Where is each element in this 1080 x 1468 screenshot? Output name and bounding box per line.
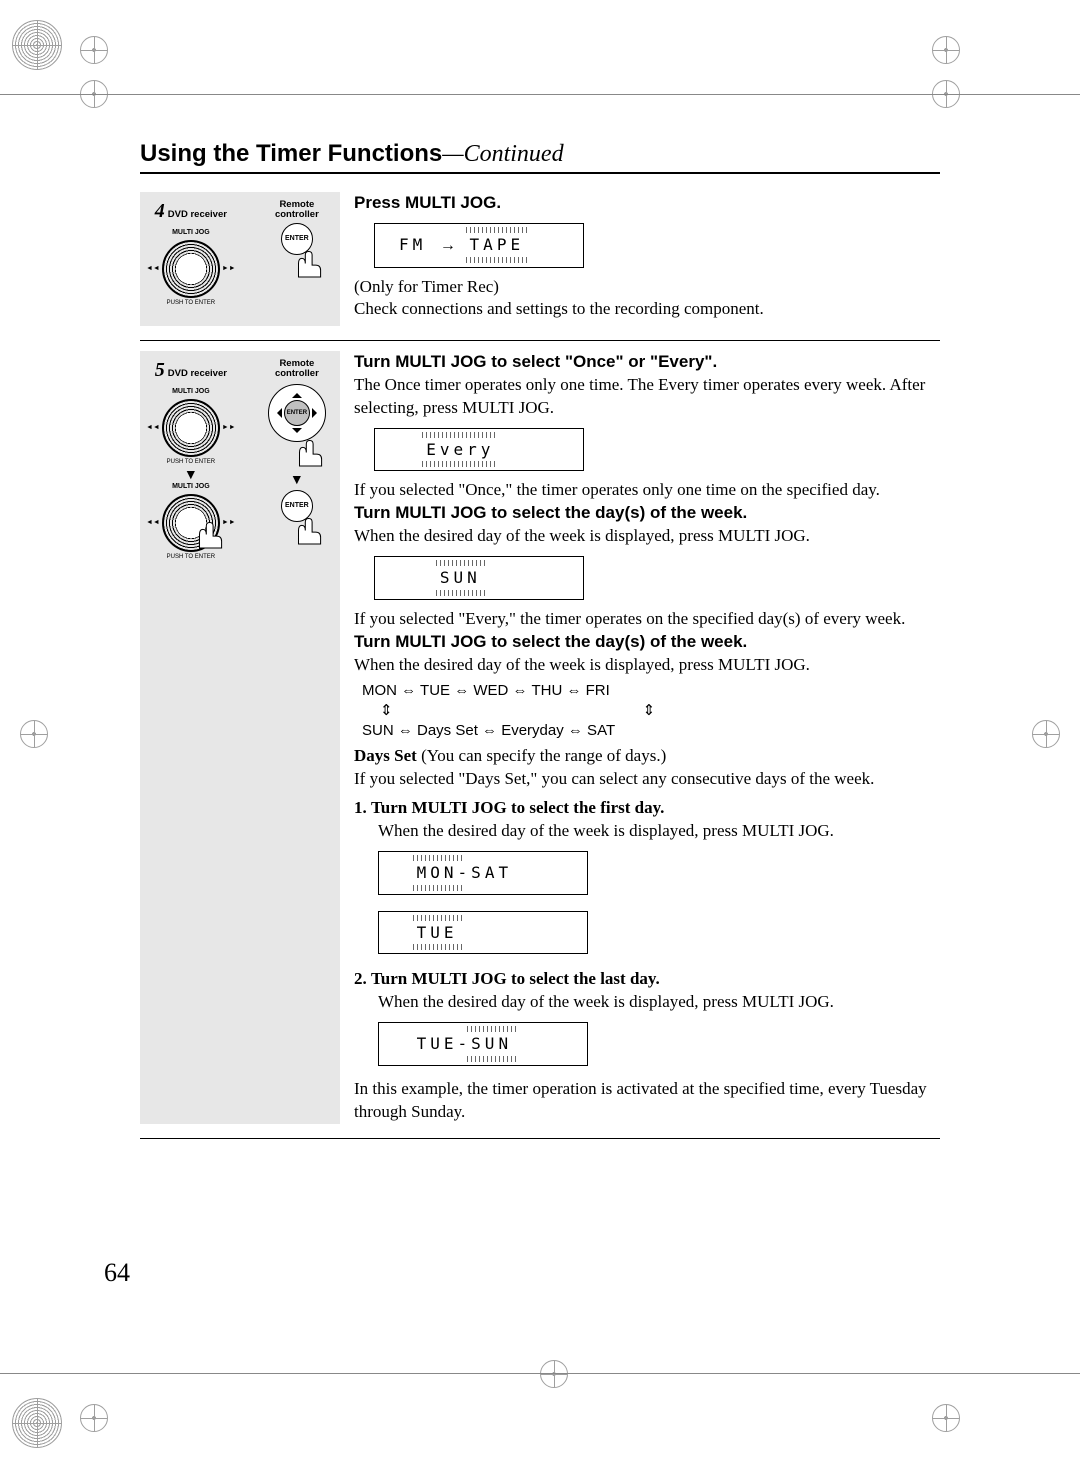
down-arrow-icon: ▼ — [290, 472, 304, 486]
cycle-updown-left: ⇕ — [380, 701, 393, 721]
step-5-heading-1: Turn MULTI JOG to select "Once" or "Ever… — [354, 351, 940, 374]
days-set-line: Days Set (You can specify the range of d… — [354, 745, 940, 768]
substep-1: 1. Turn MULTI JOG to select the first da… — [354, 797, 940, 962]
hand-pointer-icon — [291, 440, 325, 470]
crop-line — [0, 94, 1080, 95]
substep-2: 2. Turn MULTI JOG to select the last day… — [354, 968, 940, 1073]
display-tue-plain: TUE- — [417, 1034, 472, 1053]
page-number: 64 — [104, 1258, 130, 1288]
reg-mark — [932, 80, 960, 108]
reg-mark — [80, 1404, 108, 1432]
display-arrow: → — [440, 237, 456, 254]
reg-mark — [540, 1360, 568, 1388]
display-mon-sat: MON-SAT — [378, 851, 588, 895]
step-5-side: 5DVD receiver MULTI JOG ◄◄►► PUSH TO ENT… — [140, 351, 340, 1124]
reg-mark — [12, 20, 62, 70]
step-5-body: Turn MULTI JOG to select "Once" or "Ever… — [354, 351, 940, 1124]
title-continued: —Continued — [442, 141, 563, 167]
days-set-bold: Days Set — [354, 746, 417, 765]
substep-2-head: Turn MULTI JOG to select the last day. — [371, 969, 660, 988]
multi-jog-label: MULTI JOG — [172, 483, 210, 490]
display-every-text: Every — [426, 439, 494, 461]
jog-dial-icon — [162, 399, 220, 457]
down-arrow-icon: ▼ — [184, 467, 198, 481]
substep-1-num: 1. — [354, 798, 367, 817]
display-sat-plain: -SAT — [458, 863, 513, 882]
page-title: Using the Timer Functions—Continued — [140, 140, 940, 174]
dvd-receiver-label: DVD receiver — [168, 209, 227, 220]
display-mon-blink: MON — [417, 862, 458, 884]
display-tape: TAPE — [470, 234, 525, 256]
step-4-note-2: Check connections and settings to the re… — [354, 298, 940, 321]
remote-controller-label: Remote controller — [260, 200, 334, 221]
cycle-row-3: SUN ⇔ Days Set ⇔ Everyday ⇔ SAT — [362, 721, 940, 741]
remote-controller-label: Remote controller — [260, 359, 334, 380]
step-5-heading-3: Turn MULTI JOG to select the day(s) of t… — [354, 631, 940, 654]
hand-pointer-icon — [290, 251, 324, 281]
push-enter-label: PUSH TO ENTER — [167, 459, 215, 465]
jog-icons: ◄◄►► — [146, 236, 236, 300]
reg-mark — [932, 1404, 960, 1432]
display-every: Every — [374, 428, 584, 472]
step-5: 5DVD receiver MULTI JOG ◄◄►► PUSH TO ENT… — [140, 351, 940, 1139]
display-sun-text: SUN — [440, 567, 481, 589]
dvd-receiver-label: DVD receiver — [168, 368, 227, 379]
multi-jog-label: MULTI JOG — [172, 388, 210, 395]
hand-pointer-icon — [290, 518, 324, 548]
display-fm-tape: FM → TAPE — [374, 223, 584, 268]
step-5-p5: When the desired day of the week is disp… — [354, 654, 940, 677]
enter-ring-icon: ENTER — [268, 384, 326, 442]
step-5-p6: If you selected "Days Set," you can sele… — [354, 768, 940, 791]
cycle-row-1: MON ⇔ TUE ⇔ WED ⇔ THU ⇔ FRI — [362, 681, 940, 701]
substep-1-head: Turn MULTI JOG to select the first day. — [371, 798, 664, 817]
step-4: 4DVD receiver MULTI JOG ◄◄►► PUSH TO ENT… — [140, 192, 940, 341]
display-tue-text: TUE — [417, 922, 458, 944]
step-4-heading: Press MULTI JOG. — [354, 192, 940, 215]
multi-jog-label: MULTI JOG — [172, 229, 210, 236]
days-set-rest: (You can specify the range of days.) — [417, 746, 666, 765]
step-5-number: 5 — [155, 359, 165, 381]
step-4-number: 4 — [155, 200, 165, 222]
display-sun-blink: SUN — [471, 1033, 512, 1055]
step-5-heading-2: Turn MULTI JOG to select the day(s) of t… — [354, 502, 940, 525]
display-fm: FM — [399, 235, 426, 254]
step-5-p4: If you selected "Every," the timer opera… — [354, 608, 940, 631]
reg-mark — [80, 36, 108, 64]
step-4-side: 4DVD receiver MULTI JOG ◄◄►► PUSH TO ENT… — [140, 192, 340, 326]
step-5-p1: The Once timer operates only one time. T… — [354, 374, 940, 420]
substep-2-num: 2. — [354, 969, 367, 988]
step-5-p7: In this example, the timer operation is … — [354, 1078, 940, 1124]
reg-mark — [932, 36, 960, 64]
title-main: Using the Timer Functions — [140, 140, 442, 167]
jog-icons: ◄◄►► — [146, 395, 236, 459]
push-enter-label: PUSH TO ENTER — [167, 300, 215, 306]
display-tue-sun: TUE-SUN — [378, 1022, 588, 1066]
cycle-updown-right: ⇕ — [643, 701, 656, 721]
substep-2-p: When the desired day of the week is disp… — [378, 991, 940, 1014]
step-5-p3: When the desired day of the week is disp… — [354, 525, 940, 548]
display-sun: SUN — [374, 556, 584, 600]
display-tue: TUE — [378, 911, 588, 955]
step-5-p2: If you selected "Once," the timer operat… — [354, 479, 940, 502]
reg-mark — [80, 80, 108, 108]
step-4-body: Press MULTI JOG. FM → TAPE (Only for Tim… — [354, 192, 940, 326]
substep-1-p: When the desired day of the week is disp… — [378, 820, 940, 843]
hand-pointer-icon — [191, 522, 225, 552]
jog-dial-icon — [162, 240, 220, 298]
reg-mark — [20, 720, 48, 748]
step-4-note-1: (Only for Timer Rec) — [354, 276, 940, 299]
enter-inner-label: ENTER — [284, 400, 310, 426]
day-cycle-diagram: MON ⇔ TUE ⇔ WED ⇔ THU ⇔ FRI ⇕ ⇕ SUN ⇔ Day… — [354, 677, 940, 746]
reg-mark — [12, 1398, 62, 1448]
push-enter-label: PUSH TO ENTER — [167, 554, 215, 560]
reg-mark — [1032, 720, 1060, 748]
